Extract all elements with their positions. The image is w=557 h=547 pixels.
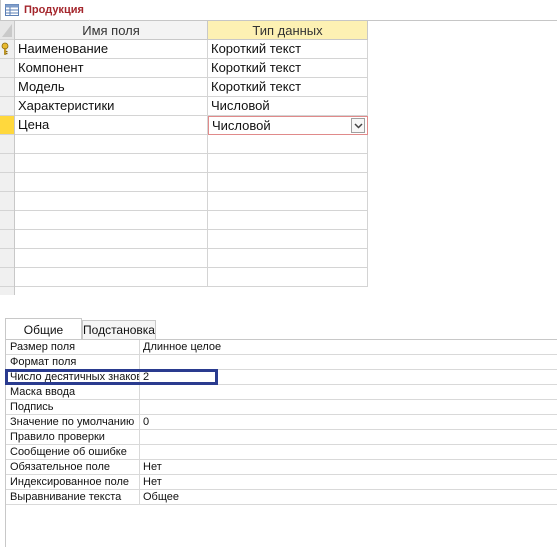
- table-design-grid: Имя поля Тип данных Наименование Коротки…: [0, 21, 557, 295]
- row-selector-empty[interactable]: [0, 135, 14, 154]
- tab-lookup[interactable]: Подстановка: [82, 320, 156, 340]
- data-type-cell[interactable]: [208, 135, 368, 154]
- property-label: Подпись: [6, 400, 140, 414]
- empty-row[interactable]: [15, 192, 557, 211]
- row-selector-empty[interactable]: [0, 173, 14, 192]
- empty-row[interactable]: [15, 154, 557, 173]
- document-tab-title: Продукция: [24, 4, 84, 16]
- empty-row[interactable]: [15, 268, 557, 287]
- field-row[interactable]: Характеристики Числовой: [15, 97, 557, 116]
- field-name-cell[interactable]: Компонент: [15, 59, 208, 78]
- property-value[interactable]: Общее: [143, 490, 179, 504]
- row-selector-3[interactable]: [0, 78, 14, 97]
- property-row-input-mask[interactable]: Маска ввода: [6, 385, 557, 400]
- field-name-cell[interactable]: [15, 249, 208, 268]
- property-value[interactable]: Нет: [143, 475, 162, 489]
- property-value[interactable]: Длинное целое: [143, 340, 221, 354]
- property-label: Значение по умолчанию: [6, 415, 140, 429]
- data-type-cell[interactable]: [208, 154, 368, 173]
- property-row-required[interactable]: Обязательное поле Нет: [6, 460, 557, 475]
- data-type-combobox[interactable]: Числовой: [208, 116, 368, 135]
- field-name-cell[interactable]: Модель: [15, 78, 208, 97]
- row-selector-column: [0, 21, 15, 295]
- row-selector-empty[interactable]: [0, 192, 14, 211]
- data-type-cell[interactable]: Короткий текст: [208, 78, 368, 97]
- field-name-cell[interactable]: [15, 154, 208, 173]
- field-name-cell[interactable]: [15, 230, 208, 249]
- decimal-places-highlight-box: [5, 369, 218, 385]
- field-name-cell[interactable]: Цена: [15, 116, 208, 135]
- empty-row[interactable]: [15, 135, 557, 154]
- property-row-caption[interactable]: Подпись: [6, 400, 557, 415]
- data-type-cell[interactable]: [208, 249, 368, 268]
- property-row-format[interactable]: Формат поля: [6, 355, 557, 370]
- select-all-corner[interactable]: [0, 21, 14, 40]
- field-row[interactable]: Модель Короткий текст: [15, 78, 557, 97]
- property-label: Маска ввода: [6, 385, 140, 399]
- row-selector-1[interactable]: [0, 40, 14, 59]
- row-selector-empty[interactable]: [0, 154, 14, 173]
- data-type-cell[interactable]: Числовой: [208, 97, 368, 116]
- property-row-validation-rule[interactable]: Правило проверки: [6, 430, 557, 445]
- property-row-indexed[interactable]: Индексированное поле Нет: [6, 475, 557, 490]
- property-row-default-value[interactable]: Значение по умолчанию 0: [6, 415, 557, 430]
- dropdown-button[interactable]: [351, 118, 365, 133]
- field-name-cell[interactable]: [15, 268, 208, 287]
- field-name-cell[interactable]: Наименование: [15, 40, 208, 59]
- property-label: Индексированное поле: [6, 475, 140, 489]
- property-label: Формат поля: [6, 355, 140, 369]
- property-row-text-align[interactable]: Выравнивание текста Общее: [6, 490, 557, 505]
- property-label: Выравнивание текста: [6, 490, 140, 504]
- data-type-cell[interactable]: Короткий текст: [208, 40, 368, 59]
- field-row[interactable]: Наименование Короткий текст: [15, 40, 557, 59]
- data-type-cell[interactable]: [208, 192, 368, 211]
- property-label: Обязательное поле: [6, 460, 140, 474]
- empty-row[interactable]: [15, 173, 557, 192]
- row-selector-empty[interactable]: [0, 230, 14, 249]
- property-value[interactable]: 0: [143, 415, 149, 429]
- property-label: Правило проверки: [6, 430, 140, 444]
- property-row-validation-text[interactable]: Сообщение об ошибке: [6, 445, 557, 460]
- property-value[interactable]: Нет: [143, 460, 162, 474]
- data-type-cell[interactable]: Короткий текст: [208, 59, 368, 78]
- column-header-data-type[interactable]: Тип данных: [208, 21, 368, 40]
- empty-row[interactable]: [15, 211, 557, 230]
- column-header-field-name[interactable]: Имя поля: [15, 21, 208, 40]
- row-selector-4[interactable]: [0, 97, 14, 116]
- row-selector-empty[interactable]: [0, 249, 14, 268]
- document-tab-produktsiya[interactable]: Продукция: [0, 0, 99, 21]
- table-icon: [5, 4, 19, 16]
- field-row[interactable]: Компонент Короткий текст: [15, 59, 557, 78]
- row-selector-5-current[interactable]: [0, 116, 14, 135]
- row-selector-empty[interactable]: [0, 268, 14, 287]
- data-type-cell[interactable]: [208, 173, 368, 192]
- primary-key-icon: [1, 42, 9, 55]
- field-name-cell[interactable]: [15, 173, 208, 192]
- field-name-cell[interactable]: Характеристики: [15, 97, 208, 116]
- data-type-value: Числовой: [212, 118, 271, 133]
- empty-row[interactable]: [15, 249, 557, 268]
- field-name-cell[interactable]: [15, 135, 208, 154]
- row-selector-2[interactable]: [0, 59, 14, 78]
- data-type-cell[interactable]: [208, 230, 368, 249]
- property-label: Размер поля: [6, 340, 140, 354]
- field-name-cell[interactable]: [15, 192, 208, 211]
- data-type-cell[interactable]: [208, 211, 368, 230]
- chevron-down-icon: [353, 122, 363, 129]
- property-row-field-size[interactable]: Размер поля Длинное целое: [6, 340, 557, 355]
- field-name-cell[interactable]: [15, 211, 208, 230]
- data-type-cell[interactable]: [208, 268, 368, 287]
- field-row-current[interactable]: Цена Числовой: [15, 116, 557, 135]
- empty-row[interactable]: [15, 230, 557, 249]
- tab-general[interactable]: Общие: [5, 318, 82, 340]
- row-selector-empty[interactable]: [0, 211, 14, 230]
- property-label: Сообщение об ошибке: [6, 445, 140, 459]
